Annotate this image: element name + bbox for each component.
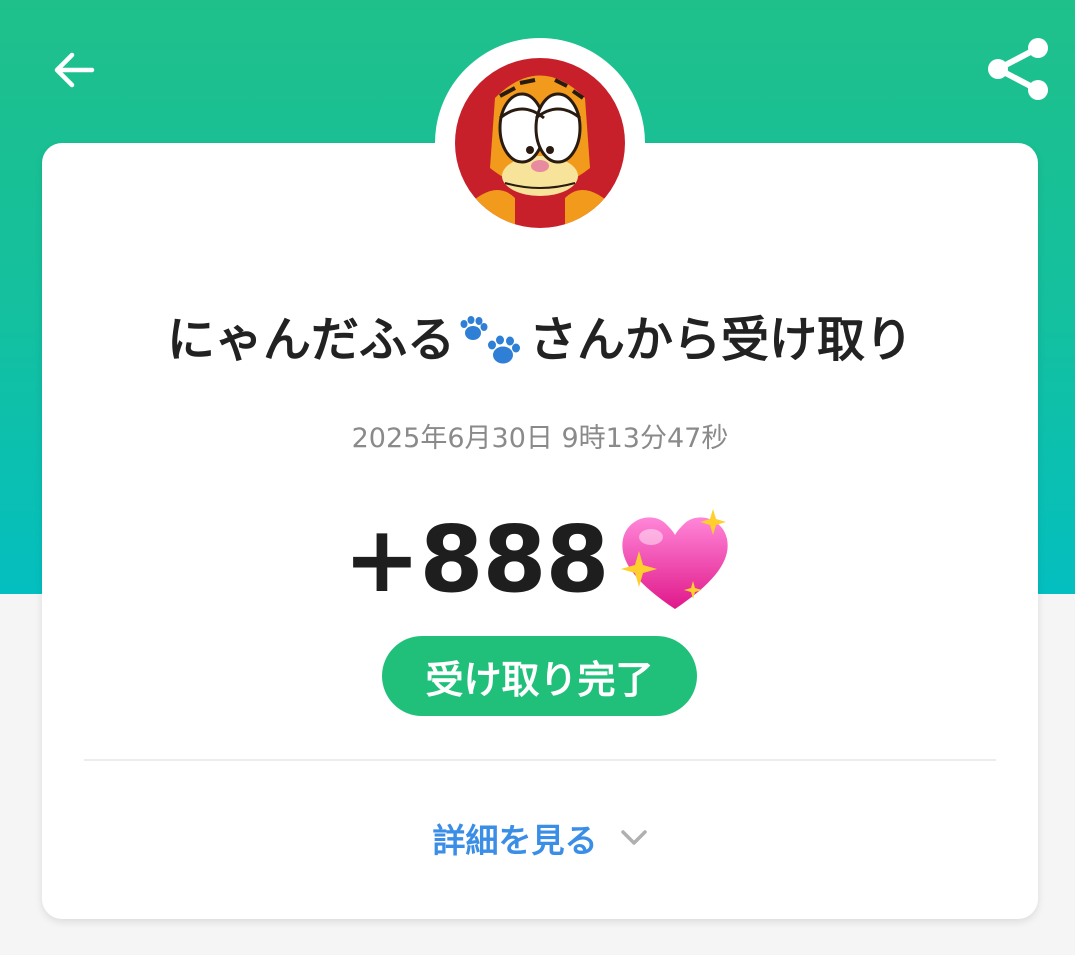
chevron-down-icon (620, 829, 648, 847)
sender-avatar[interactable] (455, 58, 625, 228)
cat-avatar-icon (455, 58, 625, 228)
title-suffix: さんから受け取り (529, 312, 914, 368)
share-icon (988, 38, 1048, 100)
view-details-button[interactable]: 詳細を見る (42, 810, 1038, 866)
amount-row: +888 (42, 503, 1038, 623)
timestamp: 2025年6月30日 9時13分47秒 (351, 423, 729, 454)
arrow-left-icon (54, 52, 95, 88)
view-details-label: 詳細を見る (432, 821, 598, 860)
page-title: にゃんだふる さんから受け取り (42, 300, 1038, 371)
back-button[interactable] (48, 44, 100, 96)
status-badge: 受け取り完了 (382, 636, 697, 716)
amount-value: +888 (343, 505, 609, 613)
share-button[interactable] (980, 34, 1054, 104)
paw-prints-icon (460, 316, 520, 364)
sender-name: にゃんだふる (166, 312, 455, 368)
divider (84, 759, 996, 761)
sparkling-heart-icon (620, 509, 728, 609)
